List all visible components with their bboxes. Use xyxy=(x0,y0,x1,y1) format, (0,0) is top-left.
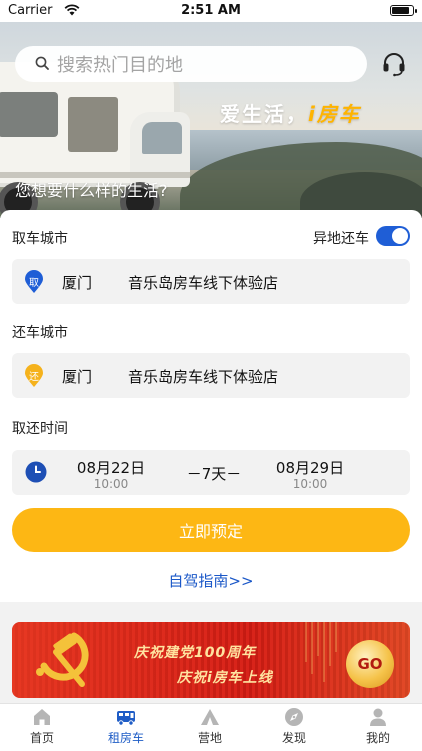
clock-icon xyxy=(25,461,47,483)
other-return-toggle[interactable] xyxy=(376,226,410,246)
return-location-field[interactable]: 还 厦门 音乐岛房车线下体验店 xyxy=(12,353,410,398)
start-date[interactable]: 08月22日 xyxy=(66,457,156,478)
tab-campsite[interactable]: 营地 xyxy=(168,704,252,751)
compass-icon xyxy=(285,708,303,726)
end-date[interactable]: 08月29日 xyxy=(265,457,355,478)
tab-label: 我的 xyxy=(365,731,390,745)
tab-label: 发现 xyxy=(281,731,306,745)
tab-rent-rv[interactable]: 租房车 xyxy=(84,704,168,751)
ribbon-decoration xyxy=(305,622,337,682)
banner-subline: 庆祝i房车上线 xyxy=(177,670,273,686)
tab-home[interactable]: 首页 xyxy=(0,704,84,751)
tab-label: 营地 xyxy=(197,731,222,745)
book-now-button[interactable]: 立即预定 xyxy=(12,508,410,552)
tab-profile[interactable]: 我的 xyxy=(336,704,420,751)
search-icon xyxy=(35,56,49,70)
bottom-tab-bar: 首页 租房车 营地 发现 我的 xyxy=(0,703,422,751)
return-store: 音乐岛房车线下体验店 xyxy=(128,368,279,386)
end-time[interactable]: 10:00 xyxy=(265,477,355,491)
clock-time: 2:51 AM xyxy=(181,3,241,18)
pickup-store: 音乐岛房车线下体验店 xyxy=(128,274,279,292)
promo-banner[interactable]: 庆祝建党100周年 庆祝i房车上线 GO xyxy=(12,622,410,698)
tab-label: 租房车 xyxy=(107,731,144,745)
rental-time-field[interactable]: 08月22日 10:00 －7天－ 08月29日 10:00 xyxy=(12,450,410,495)
return-city: 厦门 xyxy=(62,368,93,386)
tab-discover[interactable]: 发现 xyxy=(252,704,336,751)
return-city-label: 还车城市 xyxy=(12,325,68,341)
banner-headline: 庆祝建党100周年 xyxy=(134,645,257,661)
party-emblem-icon xyxy=(36,632,89,687)
hero-slogan: 爱生活，i房车 xyxy=(220,98,361,127)
home-icon xyxy=(34,709,50,725)
battery-icon xyxy=(390,5,417,16)
rental-time-label: 取还时间 xyxy=(12,421,68,437)
pickup-location-field[interactable]: 取 厦门 音乐岛房车线下体验店 xyxy=(12,259,410,304)
other-return-label: 异地还车 xyxy=(313,231,369,247)
slogan-brand: i房车 xyxy=(308,102,361,126)
status-bar: Carrier 2:51 AM xyxy=(0,0,422,22)
hero-question: 您想要什么样的生活? xyxy=(15,181,168,200)
pickup-city: 厦门 xyxy=(62,274,93,292)
search-input[interactable] xyxy=(55,50,359,80)
rv-icon xyxy=(117,711,135,726)
self-drive-guide-link[interactable]: 自驾指南>> xyxy=(0,570,422,591)
return-pin-label: 还 xyxy=(29,372,39,383)
slogan-text: 爱生活， xyxy=(220,102,308,126)
camp-icon xyxy=(201,709,219,725)
customer-service-icon[interactable] xyxy=(381,51,407,77)
start-time[interactable]: 10:00 xyxy=(66,477,156,491)
pickup-city-label: 取车城市 xyxy=(12,231,68,247)
tab-label: 首页 xyxy=(29,731,54,745)
user-icon xyxy=(370,708,386,726)
search-bar[interactable] xyxy=(15,46,367,82)
rental-duration: －7天－ xyxy=(186,465,242,483)
banner-go-button[interactable]: GO xyxy=(346,640,394,688)
pickup-pin-label: 取 xyxy=(29,278,39,289)
